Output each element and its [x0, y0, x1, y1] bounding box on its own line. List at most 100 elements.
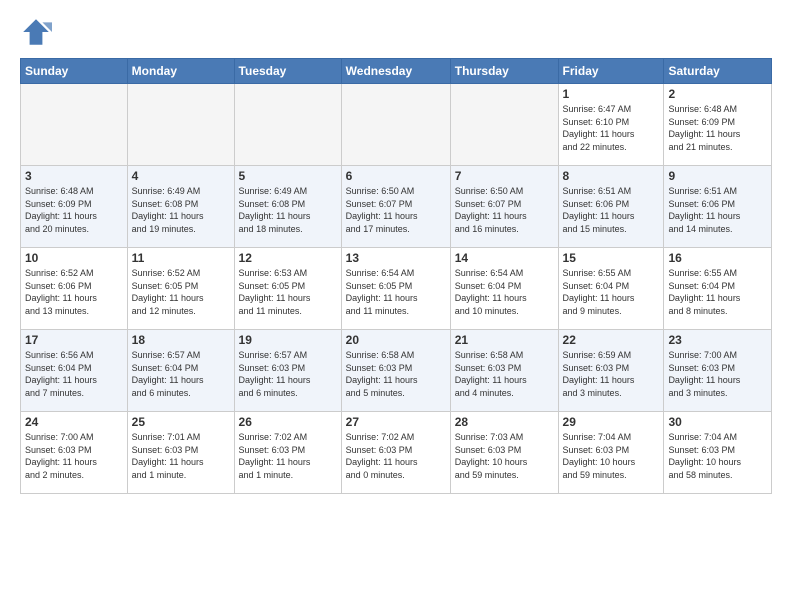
day-number: 10 — [25, 251, 123, 265]
logo — [20, 16, 56, 48]
day-cell: 21 Sunrise: 6:58 AM Sunset: 6:03 PM Dayli… — [450, 330, 558, 412]
weekday-header-tuesday: Tuesday — [234, 59, 341, 84]
week-row-1: 1Sunrise: 6:47 AM Sunset: 6:10 PM Daylig… — [21, 84, 772, 166]
day-info: Sunrise: 6:57 AM Sunset: 6:03 PM Dayligh… — [239, 349, 337, 399]
day-number: 19 — [239, 333, 337, 347]
day-number: 6 — [346, 169, 446, 183]
day-number: 18 — [132, 333, 230, 347]
day-number: 5 — [239, 169, 337, 183]
day-cell: 18 Sunrise: 6:57 AM Sunset: 6:04 PM Dayli… — [127, 330, 234, 412]
day-info: Sunrise: 6:52 AM Sunset: 6:05 PM Dayligh… — [132, 267, 230, 317]
day-info: Sunrise: 6:58 AM Sunset: 6:03 PM Dayligh… — [455, 349, 554, 399]
week-row-2: 3Sunrise: 6:48 AM Sunset: 6:09 PM Daylig… — [21, 166, 772, 248]
day-cell: 22 Sunrise: 6:59 AM Sunset: 6:03 PM Dayli… — [558, 330, 664, 412]
day-number: 25 — [132, 415, 230, 429]
day-info: Sunrise: 7:04 AM Sunset: 6:03 PM Dayligh… — [563, 431, 660, 481]
day-cell: 30Sunrise: 7:04 AM Sunset: 6:03 PM Dayli… — [664, 412, 772, 494]
day-number: 8 — [563, 169, 660, 183]
day-cell: 6 Sunrise: 6:50 AM Sunset: 6:07 PM Daylig… — [341, 166, 450, 248]
day-info: Sunrise: 7:04 AM Sunset: 6:03 PM Dayligh… — [668, 431, 767, 481]
day-cell: 8 Sunrise: 6:51 AM Sunset: 6:06 PM Daylig… — [558, 166, 664, 248]
day-info: Sunrise: 6:59 AM Sunset: 6:03 PM Dayligh… — [563, 349, 660, 399]
weekday-header-row: SundayMondayTuesdayWednesdayThursdayFrid… — [21, 59, 772, 84]
day-number: 23 — [668, 333, 767, 347]
calendar: SundayMondayTuesdayWednesdayThursdayFrid… — [20, 58, 772, 494]
day-cell: 4 Sunrise: 6:49 AM Sunset: 6:08 PM Daylig… — [127, 166, 234, 248]
day-info: Sunrise: 7:03 AM Sunset: 6:03 PM Dayligh… — [455, 431, 554, 481]
week-row-4: 17 Sunrise: 6:56 AM Sunset: 6:04 PM Dayli… — [21, 330, 772, 412]
day-info: Sunrise: 7:00 AM Sunset: 6:03 PM Dayligh… — [25, 431, 123, 481]
day-number: 12 — [239, 251, 337, 265]
page: SundayMondayTuesdayWednesdayThursdayFrid… — [0, 0, 792, 504]
day-info: Sunrise: 7:02 AM Sunset: 6:03 PM Dayligh… — [239, 431, 337, 481]
day-info: Sunrise: 6:48 AM Sunset: 6:09 PM Dayligh… — [25, 185, 123, 235]
day-cell: 3Sunrise: 6:48 AM Sunset: 6:09 PM Daylig… — [21, 166, 128, 248]
day-cell: 2 Sunrise: 6:48 AM Sunset: 6:09 PM Daylig… — [664, 84, 772, 166]
day-number: 28 — [455, 415, 554, 429]
day-info: Sunrise: 6:50 AM Sunset: 6:07 PM Dayligh… — [455, 185, 554, 235]
day-cell — [341, 84, 450, 166]
day-cell: 19 Sunrise: 6:57 AM Sunset: 6:03 PM Dayli… — [234, 330, 341, 412]
day-info: Sunrise: 6:50 AM Sunset: 6:07 PM Dayligh… — [346, 185, 446, 235]
day-info: Sunrise: 6:53 AM Sunset: 6:05 PM Dayligh… — [239, 267, 337, 317]
day-cell: 27 Sunrise: 7:02 AM Sunset: 6:03 PM Dayli… — [341, 412, 450, 494]
week-row-5: 24Sunrise: 7:00 AM Sunset: 6:03 PM Dayli… — [21, 412, 772, 494]
day-info: Sunrise: 6:47 AM Sunset: 6:10 PM Dayligh… — [563, 103, 660, 153]
day-info: Sunrise: 6:51 AM Sunset: 6:06 PM Dayligh… — [563, 185, 660, 235]
day-number: 15 — [563, 251, 660, 265]
weekday-header-friday: Friday — [558, 59, 664, 84]
day-number: 17 — [25, 333, 123, 347]
day-cell: 11 Sunrise: 6:52 AM Sunset: 6:05 PM Dayli… — [127, 248, 234, 330]
day-cell: 26Sunrise: 7:02 AM Sunset: 6:03 PM Dayli… — [234, 412, 341, 494]
day-cell: 28 Sunrise: 7:03 AM Sunset: 6:03 PM Dayli… — [450, 412, 558, 494]
day-cell — [234, 84, 341, 166]
day-cell: 10 Sunrise: 6:52 AM Sunset: 6:06 PM Dayli… — [21, 248, 128, 330]
day-cell: 25Sunrise: 7:01 AM Sunset: 6:03 PM Dayli… — [127, 412, 234, 494]
weekday-header-sunday: Sunday — [21, 59, 128, 84]
day-number: 16 — [668, 251, 767, 265]
day-cell: 23 Sunrise: 7:00 AM Sunset: 6:03 PM Dayli… — [664, 330, 772, 412]
day-number: 27 — [346, 415, 446, 429]
day-number: 20 — [346, 333, 446, 347]
day-info: Sunrise: 6:48 AM Sunset: 6:09 PM Dayligh… — [668, 103, 767, 153]
logo-icon — [20, 16, 52, 48]
day-cell — [450, 84, 558, 166]
day-cell: 20 Sunrise: 6:58 AM Sunset: 6:03 PM Dayli… — [341, 330, 450, 412]
day-info: Sunrise: 6:54 AM Sunset: 6:04 PM Dayligh… — [455, 267, 554, 317]
day-info: Sunrise: 6:49 AM Sunset: 6:08 PM Dayligh… — [239, 185, 337, 235]
day-info: Sunrise: 6:55 AM Sunset: 6:04 PM Dayligh… — [563, 267, 660, 317]
weekday-header-thursday: Thursday — [450, 59, 558, 84]
day-cell: 16Sunrise: 6:55 AM Sunset: 6:04 PM Dayli… — [664, 248, 772, 330]
day-cell — [127, 84, 234, 166]
day-info: Sunrise: 6:51 AM Sunset: 6:06 PM Dayligh… — [668, 185, 767, 235]
day-cell: 9 Sunrise: 6:51 AM Sunset: 6:06 PM Daylig… — [664, 166, 772, 248]
day-cell: 12 Sunrise: 6:53 AM Sunset: 6:05 PM Dayli… — [234, 248, 341, 330]
day-info: Sunrise: 6:49 AM Sunset: 6:08 PM Dayligh… — [132, 185, 230, 235]
day-cell: 24Sunrise: 7:00 AM Sunset: 6:03 PM Dayli… — [21, 412, 128, 494]
day-number: 22 — [563, 333, 660, 347]
day-info: Sunrise: 7:02 AM Sunset: 6:03 PM Dayligh… — [346, 431, 446, 481]
day-number: 29 — [563, 415, 660, 429]
day-info: Sunrise: 6:57 AM Sunset: 6:04 PM Dayligh… — [132, 349, 230, 399]
day-cell: 14Sunrise: 6:54 AM Sunset: 6:04 PM Dayli… — [450, 248, 558, 330]
day-number: 2 — [668, 87, 767, 101]
day-number: 21 — [455, 333, 554, 347]
day-number: 4 — [132, 169, 230, 183]
day-number: 9 — [668, 169, 767, 183]
day-cell — [21, 84, 128, 166]
day-cell: 29 Sunrise: 7:04 AM Sunset: 6:03 PM Dayli… — [558, 412, 664, 494]
weekday-header-saturday: Saturday — [664, 59, 772, 84]
weekday-header-monday: Monday — [127, 59, 234, 84]
day-cell: 13Sunrise: 6:54 AM Sunset: 6:05 PM Dayli… — [341, 248, 450, 330]
day-number: 11 — [132, 251, 230, 265]
day-info: Sunrise: 7:00 AM Sunset: 6:03 PM Dayligh… — [668, 349, 767, 399]
day-cell: 7 Sunrise: 6:50 AM Sunset: 6:07 PM Daylig… — [450, 166, 558, 248]
day-number: 7 — [455, 169, 554, 183]
day-number: 13 — [346, 251, 446, 265]
day-info: Sunrise: 6:52 AM Sunset: 6:06 PM Dayligh… — [25, 267, 123, 317]
day-cell: 1Sunrise: 6:47 AM Sunset: 6:10 PM Daylig… — [558, 84, 664, 166]
day-info: Sunrise: 6:58 AM Sunset: 6:03 PM Dayligh… — [346, 349, 446, 399]
day-info: Sunrise: 6:56 AM Sunset: 6:04 PM Dayligh… — [25, 349, 123, 399]
day-cell: 17 Sunrise: 6:56 AM Sunset: 6:04 PM Dayli… — [21, 330, 128, 412]
week-row-3: 10 Sunrise: 6:52 AM Sunset: 6:06 PM Dayli… — [21, 248, 772, 330]
